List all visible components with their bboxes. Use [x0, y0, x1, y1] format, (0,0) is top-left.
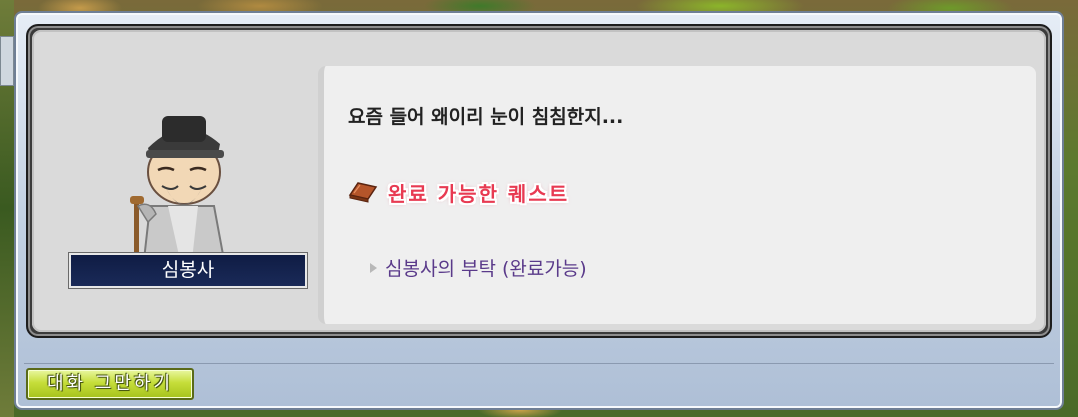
dialog-text-panel: 요즘 들어 왜이리 눈이 침침한지... 완료 가능한 퀘스트 심봉사의 부탁 …	[318, 66, 1036, 324]
dialog-content-area: 심봉사 요즘 들어 왜이리 눈이 침침한지... 완료 가능한 퀘스트 심봉사의…	[26, 24, 1052, 338]
npc-name-plate: 심봉사	[68, 252, 308, 289]
side-tab	[0, 36, 14, 86]
book-icon	[348, 182, 378, 203]
npc-dialog-text: 요즘 들어 왜이리 눈이 침침한지...	[348, 106, 624, 128]
quest-item-label: 심봉사의 부탁 (완료가능)	[385, 258, 587, 280]
completable-quest-header: 완료 가능한 퀘스트	[348, 178, 569, 206]
npc-portrait	[130, 116, 226, 264]
end-chat-button[interactable]: 대화 그만하기	[26, 368, 194, 400]
npc-dialog-window: 심봉사 요즘 들어 왜이리 눈이 침침한지... 완료 가능한 퀘스트 심봉사의…	[14, 11, 1064, 410]
dialog-content-fill: 심봉사 요즘 들어 왜이리 눈이 침침한지... 완료 가능한 퀘스트 심봉사의…	[32, 30, 1046, 332]
arrow-right-icon	[370, 262, 377, 273]
completable-quest-header-label: 완료 가능한 퀘스트	[388, 181, 570, 206]
dialog-bottom-bar: 대화 그만하기	[24, 363, 1054, 402]
quest-list-item[interactable]: 심봉사의 부탁 (완료가능)	[370, 254, 587, 281]
left-edge-decoration	[0, 0, 14, 417]
